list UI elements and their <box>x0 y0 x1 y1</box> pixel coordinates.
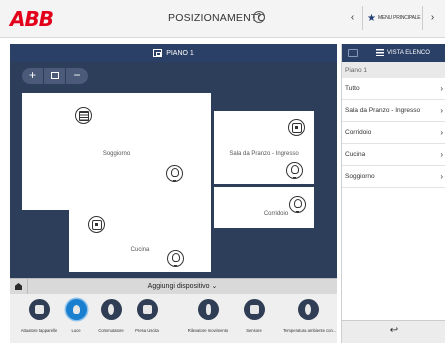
switch-icon[interactable] <box>288 119 305 136</box>
room-soggiorno[interactable]: Soggiorno <box>22 93 211 210</box>
add-device-toggle[interactable]: Aggiungi dispositivo ⌄ <box>28 282 337 290</box>
zoom-out-button[interactable]: − <box>66 68 88 84</box>
back-arrow-icon: ↩ <box>389 325 399 336</box>
nav-back-button[interactable]: ‹ <box>343 6 363 30</box>
list-item[interactable]: Soggiorno › <box>342 166 445 188</box>
motion-sensor-icon <box>197 299 219 320</box>
palette-item[interactable]: Presa Uscita <box>122 299 172 333</box>
main-menu-button[interactable]: ★ MENU PRINCIPALE <box>364 6 421 30</box>
list-item-label: Soggiorno <box>345 173 375 180</box>
room-label: Cucina <box>130 247 150 253</box>
switch-icon <box>100 299 122 320</box>
zoom-controls: + − <box>22 68 88 84</box>
chevron-right-icon: › <box>440 150 443 159</box>
add-device-bar: Aggiungi dispositivo ⌄ <box>10 278 337 295</box>
blind-actuator-icon[interactable] <box>75 107 92 124</box>
palette-label: Rilevatore movimento <box>187 328 229 333</box>
palette-item[interactable]: Sensore <box>229 299 279 333</box>
light-icon <box>65 299 87 320</box>
chevron-right-icon: › <box>440 128 443 137</box>
floor-label: PIANO 1 <box>166 49 194 57</box>
room-label: Soggiorno <box>102 151 131 157</box>
light-bulb-icon[interactable] <box>166 165 183 182</box>
room-sala-da-pranzo[interactable]: Sala da Pranzo - Ingresso <box>214 111 314 184</box>
socket-icon <box>136 299 158 320</box>
palette-label: Sensore <box>246 328 262 333</box>
list-header: VISTA ELENCO <box>342 44 445 62</box>
floor-tab[interactable]: PIANO 1 <box>10 44 337 62</box>
room-list-panel: VISTA ELENCO Piano 1 Tutto › Sala da Pra… <box>341 44 445 343</box>
main-menu-label: MENU PRINCIPALE <box>377 15 421 21</box>
switch-icon[interactable] <box>88 216 105 233</box>
sensor-icon <box>243 299 265 320</box>
list-item[interactable]: Cucina › <box>342 144 445 166</box>
chevron-right-icon: › <box>440 84 443 93</box>
nav-forward-button[interactable]: › <box>422 6 442 30</box>
floor-plan-icon <box>153 49 163 57</box>
app-header: ABB POSIZIONAMENTO ? ‹ ★ MENU PRINCIPALE… <box>0 0 445 38</box>
list-item[interactable]: Tutto › <box>342 78 445 100</box>
page-title: POSIZIONAMENTO <box>168 12 266 24</box>
help-icon[interactable]: ? <box>253 11 265 23</box>
room-cucina[interactable]: Cucina <box>69 210 211 272</box>
light-bulb-icon[interactable] <box>167 250 184 267</box>
fit-view-button[interactable] <box>44 68 66 84</box>
list-view-toggle[interactable]: VISTA ELENCO <box>376 49 430 56</box>
list-item-label: Cucina <box>345 151 366 158</box>
chevron-right-icon: › <box>440 172 443 181</box>
back-button[interactable]: ↩ <box>342 320 445 343</box>
home-icon[interactable] <box>10 279 28 295</box>
light-bulb-icon[interactable] <box>286 162 303 179</box>
room-label: Sala da Pranzo - Ingresso <box>229 151 299 157</box>
palette-item[interactable]: Temperatura ambiente con... <box>283 299 337 333</box>
list-item-label: Tutto <box>345 85 360 92</box>
list-item-label: Corridoio <box>345 129 372 136</box>
list-view-label: VISTA ELENCO <box>387 49 430 56</box>
palette-label: Presa Uscita <box>135 328 159 333</box>
device-palette: Attuatore tapparelle Luce Commutatore Pr… <box>10 294 337 343</box>
chevron-right-icon: › <box>440 106 443 115</box>
palette-label: Temperatura ambiente con... <box>283 328 337 333</box>
list-item[interactable]: Sala da Pranzo - Ingresso › <box>342 100 445 122</box>
map-view-icon[interactable] <box>348 49 358 57</box>
room-corridoio[interactable]: Corridoio <box>214 187 314 228</box>
floor-caption: Piano 1 <box>342 62 445 78</box>
fit-view-icon <box>50 72 59 79</box>
list-icon <box>376 49 384 56</box>
thermostat-icon <box>297 299 319 320</box>
list-item[interactable]: Corridoio › <box>342 122 445 144</box>
blind-actuator-icon <box>28 299 50 320</box>
room-label: Corridoio <box>263 211 289 217</box>
list-item-label: Sala da Pranzo - Ingresso <box>345 107 421 114</box>
abb-logo: ABB <box>10 7 54 31</box>
palette-item[interactable]: Rilevatore movimento <box>183 299 233 333</box>
star-icon: ★ <box>367 12 376 24</box>
zoom-in-button[interactable]: + <box>22 68 44 84</box>
